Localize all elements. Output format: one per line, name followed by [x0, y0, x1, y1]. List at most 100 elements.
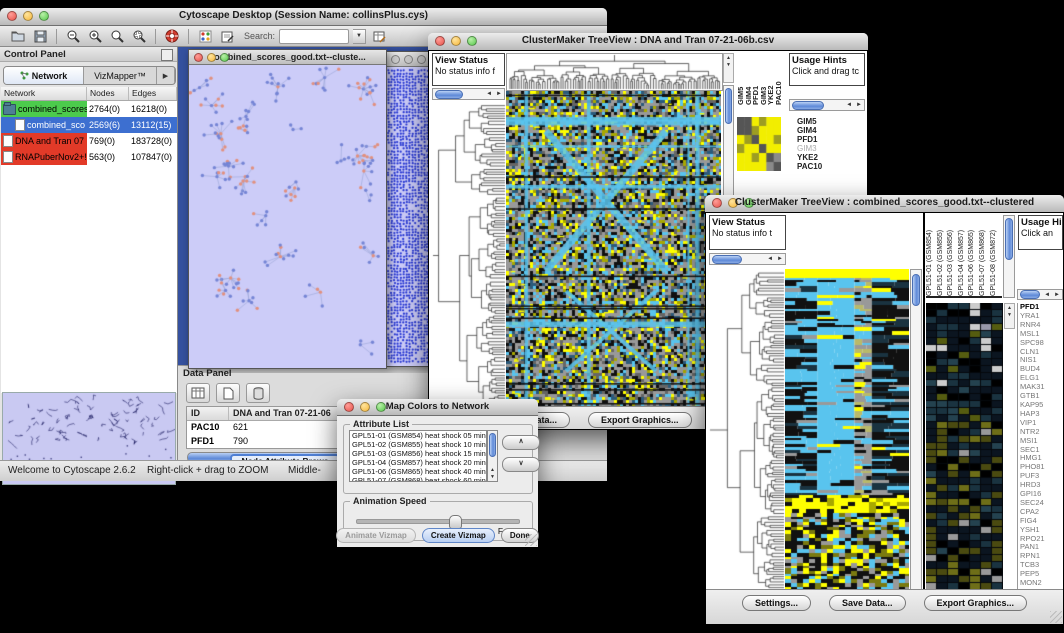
- help-lifering-icon[interactable]: [163, 28, 181, 44]
- zoom-selected-icon[interactable]: [130, 28, 148, 44]
- column-header-nodes[interactable]: Nodes: [87, 87, 129, 100]
- gene-label[interactable]: PAC10: [797, 162, 822, 171]
- gene-label[interactable]: PFD1: [797, 135, 822, 144]
- zoom-fit-icon[interactable]: [108, 28, 126, 44]
- scroll-right-icon[interactable]: ►: [775, 256, 785, 262]
- new-attribute-icon[interactable]: [216, 383, 240, 403]
- attribute-list-item[interactable]: GPL51-02 (GSM855) heat shock 10 min: [350, 440, 486, 449]
- tv1-zoom-heatmap[interactable]: [737, 117, 781, 171]
- tv2-collabel-vscrollbar[interactable]: [1003, 215, 1015, 298]
- tv2-genelist-hscrollbar[interactable]: ◄►: [1017, 289, 1063, 300]
- gene-label[interactable]: GIM5: [797, 117, 822, 126]
- array-label[interactable]: GPL51-03 (GSM856): [947, 215, 958, 296]
- float-panel-icon[interactable]: [161, 49, 173, 61]
- attribute-list-item[interactable]: GPL51-07 (GSM868) heat shock 60 min: [350, 476, 486, 482]
- network-table-row[interactable]: combined_sco 2569(6) 13112(15): [1, 117, 177, 133]
- scroll-left-icon[interactable]: ◄: [844, 102, 854, 108]
- tv1-array-dendrogram[interactable]: [506, 53, 723, 91]
- gene-label[interactable]: GIM4: [797, 126, 822, 135]
- scroll-left-icon[interactable]: ◄: [484, 91, 494, 97]
- tv1-titlebar[interactable]: ClusterMaker TreeView : DNA and Tran 07-…: [428, 33, 868, 51]
- minimize-button[interactable]: [207, 53, 216, 62]
- select-attributes-icon[interactable]: [186, 383, 210, 403]
- tv2-titlebar[interactable]: ClusterMaker TreeView : combined_scores_…: [705, 195, 1064, 213]
- id-column-header[interactable]: ID: [187, 407, 229, 420]
- tab-overflow-button[interactable]: ▶: [157, 67, 175, 84]
- array-label[interactable]: GPL51-02 (GSM855): [937, 215, 948, 296]
- array-label[interactable]: PAC10: [775, 53, 783, 105]
- scroll-left-icon[interactable]: ◄: [765, 256, 775, 262]
- scroll-left-icon[interactable]: ◄: [1042, 292, 1052, 298]
- animation-speed-slider[interactable]: [356, 519, 520, 524]
- table-edit-icon[interactable]: [370, 28, 388, 44]
- tv2-split-divider[interactable]: [923, 213, 925, 591]
- attribute-list-scrollbar[interactable]: ▲ ▼: [487, 430, 498, 482]
- search-input[interactable]: [279, 29, 349, 44]
- tv1-gene-dendrogram[interactable]: [432, 102, 506, 409]
- tv1-global-heatmap[interactable]: [506, 91, 721, 409]
- gene-label[interactable]: MON2: [1018, 579, 1063, 588]
- attribute-list-item[interactable]: GPL51-03 (GSM856) heat shock 15 min: [350, 449, 486, 458]
- array-label[interactable]: PFD1: [752, 53, 760, 105]
- create-vizmap-button[interactable]: Create Vizmap: [422, 528, 495, 543]
- tv2-global-heatmap[interactable]: [785, 269, 909, 591]
- zoom-out-icon[interactable]: [64, 28, 82, 44]
- network-view-window[interactable]: combined_scores_good.txt--cluste...: [188, 49, 387, 369]
- array-label[interactable]: GIM5: [737, 53, 745, 105]
- tv2-zoom-heatmap[interactable]: [926, 303, 1003, 589]
- gene-label[interactable]: YKE2: [797, 153, 822, 162]
- tv1-action-button[interactable]: Export Graphics...: [588, 412, 692, 428]
- attribute-list-item[interactable]: GPL51-04 (GSM857) heat shock 20 min: [350, 458, 486, 467]
- array-label[interactable]: YKE2: [767, 53, 775, 105]
- tv2-zoom-scroll-arrows[interactable]: ▲▼: [1004, 303, 1015, 329]
- column-header-network[interactable]: Network: [1, 87, 87, 100]
- tv1-zoom-hscrollbar[interactable]: ◄►: [789, 99, 865, 111]
- scroll-right-icon[interactable]: ►: [854, 102, 864, 108]
- scroll-right-icon[interactable]: ►: [494, 91, 504, 97]
- resize-grip[interactable]: [1050, 611, 1062, 623]
- slider-thumb[interactable]: [449, 515, 462, 529]
- zoom-button[interactable]: [220, 53, 229, 62]
- dialog-titlebar[interactable]: Map Colors to Network: [337, 399, 538, 416]
- array-label[interactable]: GPL51-08 (GSM872): [990, 215, 1001, 296]
- annotation-icon[interactable]: [218, 28, 236, 44]
- tv2-action-button[interactable]: Export Graphics...: [924, 595, 1028, 611]
- network-view-titlebar[interactable]: combined_scores_good.txt--cluste...: [189, 50, 386, 65]
- background-network-canvas[interactable]: [386, 67, 431, 364]
- close-button[interactable]: [194, 53, 203, 62]
- array-label[interactable]: GPL51-07 (GSM868): [979, 215, 990, 296]
- tv2-vscrollbar[interactable]: [910, 269, 922, 591]
- scroll-right-icon[interactable]: ►: [1052, 292, 1062, 298]
- open-folder-icon[interactable]: [9, 28, 27, 44]
- tv2-action-button[interactable]: Settings...: [742, 595, 811, 611]
- animate-vizmap-button[interactable]: Animate Vizmap: [336, 528, 416, 543]
- attribute-list-item[interactable]: GPL51-01 (GSM854) heat shock 05 min: [350, 431, 486, 440]
- array-label[interactable]: GPL51-01 (GSM854): [926, 215, 937, 296]
- background-window-titlebar[interactable]: [386, 52, 433, 67]
- tv2-left-hscrollbar[interactable]: ◄►: [709, 253, 786, 265]
- column-header-edges[interactable]: Edges: [129, 87, 177, 100]
- tv1-left-hscrollbar[interactable]: ◄►: [432, 88, 505, 100]
- import-network-icon[interactable]: [196, 28, 214, 44]
- delete-attribute-icon[interactable]: [246, 383, 270, 403]
- save-icon[interactable]: [31, 28, 49, 44]
- background-network-window[interactable]: [385, 51, 434, 367]
- network-table-row[interactable]: combined_scores 2764(0) 16218(0): [1, 101, 177, 117]
- network-table-row[interactable]: RNAPuberNov2+! 563(0) 107847(0): [1, 149, 177, 165]
- resize-grip[interactable]: [525, 534, 537, 546]
- tv1-mid-scroll-arrows[interactable]: ▲▼: [723, 53, 734, 83]
- network-view-canvas[interactable]: [189, 65, 384, 366]
- tab-network[interactable]: Network: [4, 67, 84, 84]
- main-titlebar[interactable]: Cytoscape Desktop (Session Name: collins…: [0, 8, 607, 26]
- network-table-row[interactable]: DNA and Tran 07 769(0) 183728(0): [1, 133, 177, 149]
- array-label[interactable]: GPL51-06 (GSM865): [968, 215, 979, 296]
- zoom-in-icon[interactable]: [86, 28, 104, 44]
- array-label[interactable]: GPL51-04 (GSM857): [958, 215, 969, 296]
- tv2-action-button[interactable]: Save Data...: [829, 595, 906, 611]
- tab-vizmapper[interactable]: VizMapper™: [84, 67, 157, 84]
- move-down-button[interactable]: ∨: [502, 457, 540, 472]
- move-up-button[interactable]: ∧: [502, 435, 540, 450]
- gene-label[interactable]: GIM3: [797, 144, 822, 153]
- tv2-gene-dendrogram[interactable]: [709, 269, 785, 591]
- attribute-list-item[interactable]: GPL51-06 (GSM865) heat shock 40 min: [350, 467, 486, 476]
